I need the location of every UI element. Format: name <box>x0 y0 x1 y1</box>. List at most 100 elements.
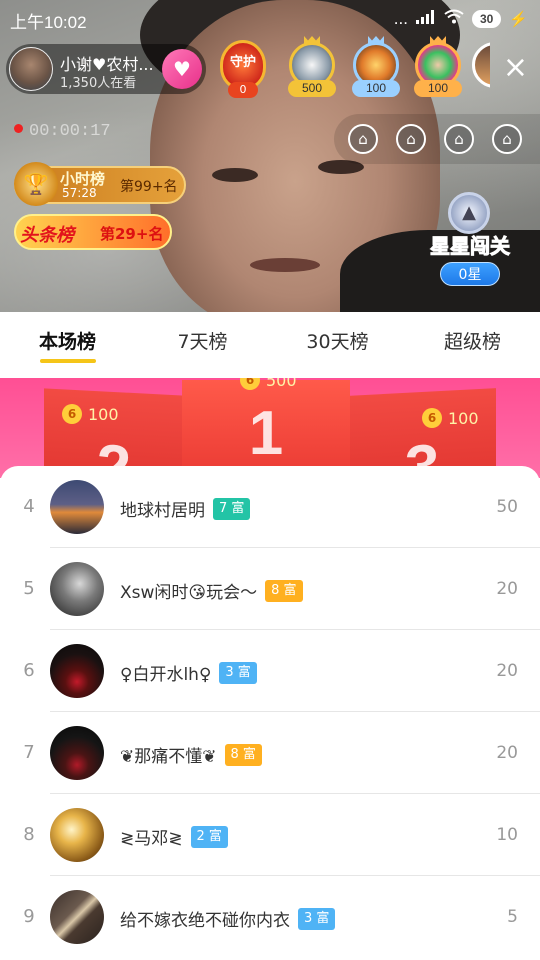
contribution-score: 20 <box>496 579 518 599</box>
star-count: 0星 <box>440 262 500 286</box>
rank-number: 4 <box>23 496 35 517</box>
avatar[interactable] <box>50 562 104 616</box>
rank-number: 5 <box>23 578 35 599</box>
record-dot-icon <box>14 124 23 133</box>
heart-icon: ♥ <box>173 57 191 81</box>
trophy-icon: 🏆 <box>14 162 58 206</box>
list-item[interactable]: 4 地球村居明 7 富 50 <box>0 466 540 548</box>
podium-reward-3: 6 100 <box>422 408 479 428</box>
user-name: Xsw闲时😘玩会～ <box>120 583 258 603</box>
user-name: ❦那痛不懂❦ <box>120 747 217 767</box>
top-viewer-4[interactable] <box>470 40 490 98</box>
viewer-avatar <box>472 42 490 88</box>
video-mouth <box>250 258 320 272</box>
sofa-seat-icon[interactable]: ⌂ <box>348 124 378 154</box>
tab-7-days[interactable]: 7天榜 <box>135 312 270 378</box>
rank-number: 8 <box>23 824 35 845</box>
top-viewer-1[interactable]: 500 <box>284 36 340 98</box>
seat-bar: ⌂ ⌂ ⌂ ⌂ <box>334 114 540 164</box>
podium-place-1: 1 <box>182 380 350 478</box>
wealth-level-badge: 7 富 <box>213 497 251 520</box>
list-item[interactable]: 6 ♀白开水lh♀ 3 富 20 <box>0 630 540 712</box>
avatar[interactable] <box>50 480 104 534</box>
hour-rank-position: 第99+名 <box>120 179 178 195</box>
viewer-count: 1,350人在看 <box>60 76 137 91</box>
close-icon[interactable]: × <box>503 53 528 83</box>
top-viewer-3[interactable]: 100 <box>410 36 466 98</box>
signal-icon <box>415 9 436 29</box>
hour-rank-badge[interactable]: 🏆 小时榜 57:28 第99+名 <box>14 162 186 206</box>
headline-rank-position: 第29+名 <box>100 225 164 243</box>
viewer-score: 100 <box>352 80 400 97</box>
reward-amount: 100 <box>448 408 479 428</box>
list-item[interactable]: 9 给不嫁衣绝不碰你内衣 3 富 5 <box>0 876 540 958</box>
rank-number: 6 <box>23 660 35 681</box>
tab-label: 30天榜 <box>306 331 369 353</box>
wealth-level-badge: 8 富 <box>265 579 303 602</box>
guard-count: 0 <box>228 82 258 98</box>
avatar[interactable] <box>50 726 104 780</box>
hour-rank-countdown: 57:28 <box>62 186 97 200</box>
user-name: ≷马邓≷ <box>120 829 183 849</box>
status-time: 上午10:02 <box>10 13 87 32</box>
user-name: 地球村居明 <box>120 501 205 521</box>
host-info[interactable]: 小谢♥农村... 1,350人在看 ♥ <box>6 44 206 94</box>
list-item[interactable]: 8 ≷马邓≷ 2 富 10 <box>0 794 540 876</box>
ranking-list: 4 地球村居明 7 富 50 5 Xsw闲时😘玩会～ 8 富 20 6 ♀白开水lh… <box>0 466 540 960</box>
charging-icon: ⚡ <box>509 11 528 28</box>
viewer-score: 100 <box>414 80 462 97</box>
tab-30-days[interactable]: 30天榜 <box>270 312 405 378</box>
wealth-level-badge: 2 富 <box>190 825 228 848</box>
tab-super[interactable]: 超级榜 <box>405 312 540 378</box>
user-name: ♀白开水lh♀ <box>120 665 212 685</box>
coin-icon: 6 <box>422 408 442 428</box>
guard-badge[interactable]: 守护 0 <box>214 38 272 98</box>
host-avatar[interactable] <box>9 47 53 91</box>
star-challenge-title: 星星闯关 <box>430 234 511 259</box>
headline-rank-badge[interactable]: 头条榜 第29+名 <box>14 214 172 250</box>
contribution-score: 5 <box>507 907 518 927</box>
follow-heart-button[interactable]: ♥ <box>162 49 202 89</box>
podium-place-2: 2 <box>44 388 184 478</box>
top-viewer-2[interactable]: 100 <box>348 36 404 98</box>
contribution-score: 10 <box>496 825 518 845</box>
headline-rank-title: 头条榜 <box>20 225 74 246</box>
viewer-score: 500 <box>288 80 336 97</box>
podium-reward-2: 6 100 <box>62 404 119 424</box>
video-eye <box>212 168 258 182</box>
tab-label: 超级榜 <box>443 331 501 353</box>
rank-number: 9 <box>23 906 35 927</box>
list-item[interactable]: 7 ❦那痛不懂❦ 8 富 20 <box>0 712 540 794</box>
sofa-seat-icon[interactable]: ⌂ <box>396 124 426 154</box>
star-badge-icon: ▲ <box>448 192 490 234</box>
avatar[interactable] <box>50 890 104 944</box>
wifi-icon <box>444 9 464 29</box>
podium-number: 1 <box>248 399 284 468</box>
coin-icon: 6 <box>62 404 82 424</box>
sofa-seat-icon[interactable]: ⌂ <box>444 124 474 154</box>
podium: 2 3 1 6 500 6 100 6 100 <box>0 378 540 478</box>
avatar[interactable] <box>50 644 104 698</box>
signal-dots: ... <box>393 9 408 28</box>
avatar[interactable] <box>50 808 104 862</box>
tab-label: 本场榜 <box>38 331 96 353</box>
reward-amount: 100 <box>88 404 119 424</box>
wealth-level-badge: 3 富 <box>298 907 336 930</box>
battery-icon: 30 <box>471 10 502 28</box>
live-video[interactable]: 上午10:02 ... 30 ⚡ 小谢♥农村... 1,350人在看 ♥ 守护 … <box>0 0 540 312</box>
user-name: 给不嫁衣绝不碰你内衣 <box>120 911 290 931</box>
podium-place-3: 3 <box>348 388 496 478</box>
tab-current-session[interactable]: 本场榜 <box>0 312 135 378</box>
contribution-score: 20 <box>496 661 518 681</box>
tab-active-indicator <box>39 359 96 363</box>
list-item[interactable]: 5 Xsw闲时😘玩会～ 8 富 20 <box>0 548 540 630</box>
tab-label: 7天榜 <box>177 331 228 353</box>
reward-amount: 500 <box>266 378 297 390</box>
contribution-score: 50 <box>496 497 518 517</box>
wealth-level-badge: 8 富 <box>224 743 262 766</box>
contribution-score: 20 <box>496 743 518 763</box>
rank-number: 7 <box>23 742 35 763</box>
coin-icon: 6 <box>240 378 260 390</box>
star-challenge[interactable]: ▲ 星星闯关 0星 <box>420 186 520 290</box>
sofa-seat-icon[interactable]: ⌂ <box>492 124 522 154</box>
